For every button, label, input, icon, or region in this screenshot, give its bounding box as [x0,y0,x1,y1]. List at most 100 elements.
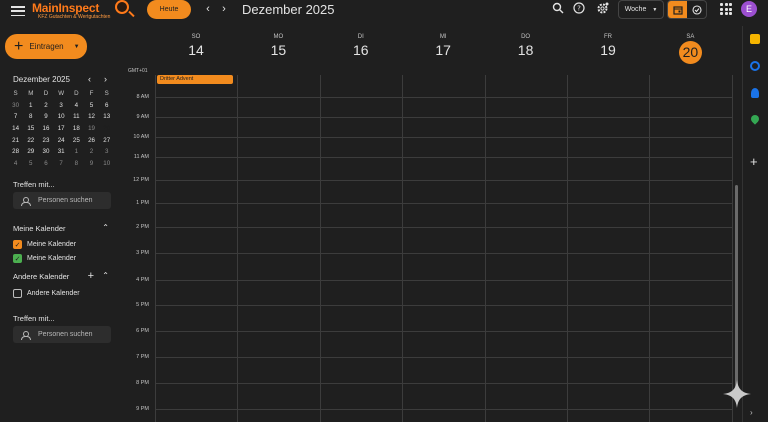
mini-calendar-day[interactable]: 7 [54,158,69,170]
create-event-button[interactable]: + Eintragen ▼ [5,34,87,59]
all-day-event[interactable]: Dritter Advent [157,75,233,84]
today-date-number[interactable]: 20 [678,41,702,64]
mini-calendar-title: Dezember 2025 [13,75,70,84]
day-header[interactable]: FR 19 [567,34,649,58]
mini-calendar-day[interactable]: 13 [99,111,114,123]
checkbox-checked-icon[interactable]: ✓ [13,254,22,263]
mini-calendar-day[interactable]: 18 [69,123,84,135]
calendar-item[interactable]: Andere Kalender [13,289,80,298]
mini-calendar-day[interactable]: 3 [54,100,69,112]
hour-gridline [155,305,732,306]
mini-calendar-day[interactable]: 31 [54,146,69,158]
mini-calendar-day[interactable]: 4 [8,158,23,170]
calendar-item[interactable]: ✓ Meine Kalender [13,240,76,249]
main-menu-icon[interactable] [10,4,26,18]
date-number[interactable]: 19 [567,42,649,58]
hour-gridline [155,357,732,358]
mini-calendar-day[interactable]: 1 [69,146,84,158]
mini-calendar-day[interactable]: 17 [54,123,69,135]
mini-calendar-day[interactable]: 6 [99,100,114,112]
week-time-grid[interactable] [155,75,733,422]
mini-calendar-day[interactable]: 16 [38,123,53,135]
keep-notes-icon[interactable] [750,34,760,44]
help-icon[interactable]: ? [572,2,586,16]
gemini-sparkle-icon[interactable] [723,380,751,408]
mini-calendar-day[interactable]: 29 [23,146,38,158]
mini-calendar-today[interactable]: 20 [99,123,114,135]
collapse-panel-icon[interactable]: › [750,408,753,417]
mini-calendar-day[interactable]: 3 [99,146,114,158]
chevron-up-icon[interactable]: ⌃ [102,271,109,280]
search-people-input[interactable]: Personen suchen [13,326,111,343]
mini-calendar-day[interactable]: 2 [38,100,53,112]
day-header[interactable]: SA 20 [649,34,731,64]
mini-calendar-day[interactable]: 19 [84,123,99,135]
add-calendar-icon[interactable]: + [88,270,94,282]
calendar-view-icon[interactable] [668,1,687,18]
day-column-divider [484,75,486,422]
mini-calendar-day[interactable]: 30 [8,100,23,112]
mini-calendar-day[interactable]: 22 [23,135,38,147]
other-calendars-header[interactable]: Andere Kalender + ⌃ [13,270,111,282]
mini-calendar-day[interactable]: 12 [84,111,99,123]
brand-logo[interactable]: MainInspect KFZ Gutachten & Wertgutachte… [32,0,129,22]
chevron-up-icon[interactable]: ⌃ [102,223,109,232]
mini-calendar-day[interactable]: 2 [84,146,99,158]
mini-calendar-day[interactable]: 11 [69,111,84,123]
google-apps-grid-icon[interactable] [720,3,732,15]
mini-calendar-day[interactable]: 6 [38,158,53,170]
maps-icon[interactable] [749,113,761,125]
mini-calendar-day[interactable]: 28 [8,146,23,158]
mini-calendar-day[interactable]: 21 [8,135,23,147]
mini-calendar-day[interactable]: 8 [69,158,84,170]
today-button[interactable]: Heute [147,0,191,19]
day-header[interactable]: SO 14 [155,34,237,58]
mini-calendar-next-icon[interactable]: › [104,74,107,84]
day-header[interactable]: DO 18 [485,34,567,58]
mini-calendar-day[interactable]: 8 [23,111,38,123]
settings-gear-icon[interactable] [595,2,609,16]
date-number[interactable]: 18 [485,42,567,58]
date-number[interactable]: 16 [320,42,402,58]
search-icon[interactable] [551,2,565,16]
mini-calendar-day[interactable]: 5 [23,158,38,170]
day-header[interactable]: MO 15 [237,34,319,58]
mini-calendar-day[interactable]: 10 [99,158,114,170]
mini-calendar-day[interactable]: 30 [38,146,53,158]
checkbox-checked-icon[interactable]: ✓ [13,240,22,249]
tasks-check-icon[interactable] [687,1,706,18]
account-avatar[interactable]: E [741,1,757,17]
mini-calendar-day[interactable]: 25 [69,135,84,147]
day-header[interactable]: MI 17 [402,34,484,58]
contacts-icon[interactable] [751,88,759,98]
mini-calendar-day[interactable]: 9 [38,111,53,123]
mini-calendar-day[interactable]: 14 [8,123,23,135]
day-header[interactable]: DI 16 [320,34,402,58]
date-number[interactable]: 14 [155,42,237,58]
add-addon-icon[interactable]: + [750,154,758,169]
mini-calendar-day[interactable]: 23 [38,135,53,147]
date-number[interactable]: 17 [402,42,484,58]
mini-calendar-day[interactable]: 5 [84,100,99,112]
mini-calendar-day[interactable]: 7 [8,111,23,123]
mini-calendar-day[interactable]: 15 [23,123,38,135]
mini-calendar-day[interactable]: 10 [54,111,69,123]
timezone-label: GMT+01 [128,68,148,74]
mini-calendar-day[interactable]: 26 [84,135,99,147]
search-people-input[interactable]: Personen suchen [13,192,111,209]
mini-calendar-day[interactable]: 9 [84,158,99,170]
mini-calendar-prev-icon[interactable]: ‹ [88,74,91,84]
grid-scrollbar[interactable] [735,185,738,395]
checkbox-unchecked-icon[interactable] [13,289,22,298]
mini-calendar-day[interactable]: 1 [23,100,38,112]
date-number[interactable]: 15 [237,42,319,58]
mini-calendar-day[interactable]: 4 [69,100,84,112]
calendar-item[interactable]: ✓ Meine Kalender [13,254,76,263]
view-selector[interactable]: Woche ▼ [618,0,664,19]
tasks-icon[interactable] [750,61,760,71]
mini-calendar-day[interactable]: 24 [54,135,69,147]
my-calendars-header[interactable]: Meine Kalender ⌃ [13,223,111,233]
previous-week-icon[interactable]: ‹ [202,3,214,15]
next-week-icon[interactable]: › [218,3,230,15]
mini-calendar-day[interactable]: 27 [99,135,114,147]
